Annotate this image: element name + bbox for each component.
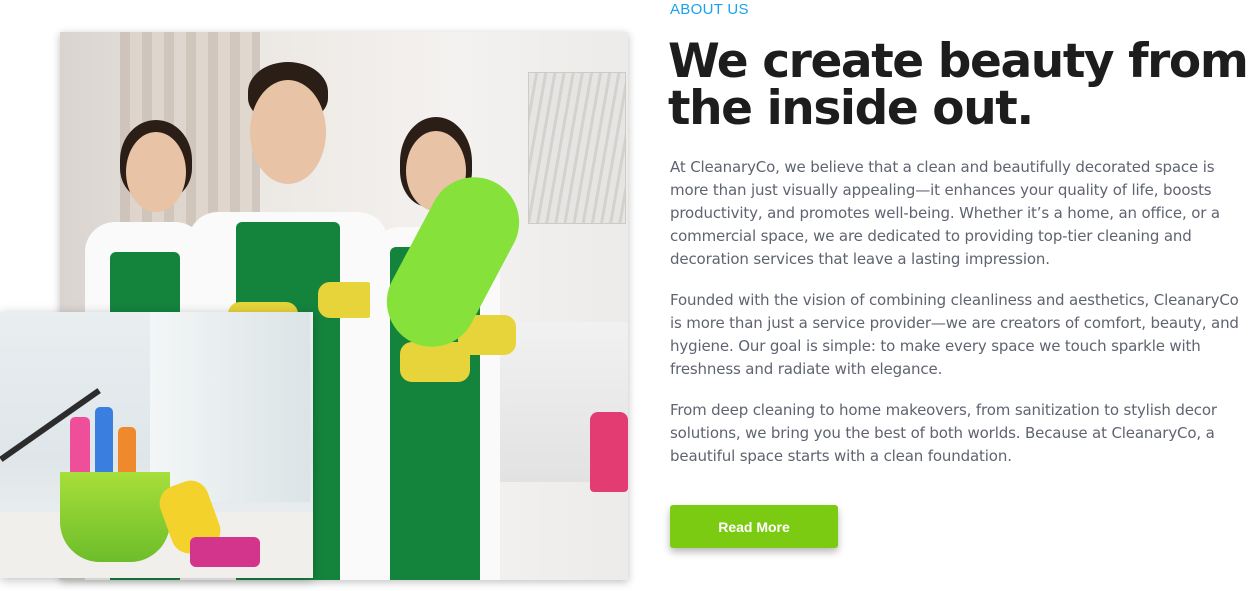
section-eyebrow: ABOUT US xyxy=(670,1,749,18)
about-paragraph-3: From deep cleaning to home makeovers, fr… xyxy=(670,401,1217,465)
about-paragraph-2: Founded with the vision of combining cle… xyxy=(670,291,1239,378)
pink-cloth xyxy=(190,537,260,567)
window xyxy=(150,312,310,502)
spray-bottle-pink xyxy=(70,417,90,477)
pink-bottle xyxy=(590,412,628,492)
green-bucket xyxy=(60,472,170,562)
section-title: We create beauty from the inside out. xyxy=(668,34,1249,136)
about-paragraph-1: At CleanaryCo, we believe that a clean a… xyxy=(670,158,1220,268)
spray-bottle-blue xyxy=(95,407,113,477)
read-more-button[interactable]: Read More xyxy=(670,505,838,548)
wall-artwork xyxy=(528,72,626,224)
spray-bottle-orange xyxy=(118,427,136,477)
cleaning-supplies-photo xyxy=(0,312,313,578)
